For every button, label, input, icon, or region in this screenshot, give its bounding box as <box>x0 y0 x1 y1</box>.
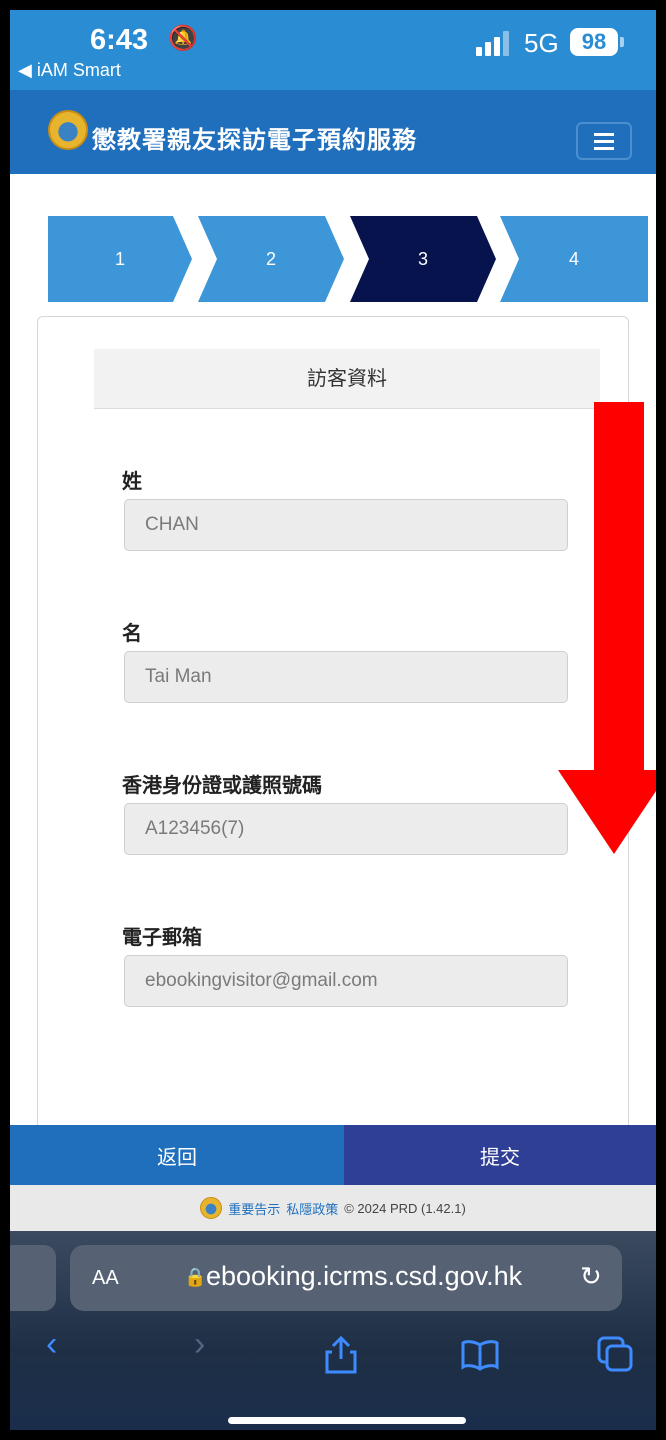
section-title: 訪客資料 <box>94 349 600 409</box>
status-time: 6:43 <box>90 24 149 56</box>
url-text[interactable]: ebooking.icrms.csd.gov.hk <box>206 1261 522 1292</box>
menu-bar-icon <box>594 140 614 143</box>
app-title: 懲教署親友探訪電子預約服務 <box>92 127 417 154</box>
copyright-text: © 2024 PRD (1.42.1) <box>344 1200 466 1216</box>
browser-forward-icon[interactable]: › <box>194 1325 205 1364</box>
hamburger-menu-button[interactable] <box>576 122 632 160</box>
app-header: 懲教署親友探訪電子預約服務 <box>10 90 656 174</box>
previous-tab-preview[interactable] <box>10 1245 56 1311</box>
page-footer: 重要告示 私隱政策 © 2024 PRD (1.42.1) <box>10 1185 656 1231</box>
signal-icon <box>476 30 516 56</box>
silent-bell-icon: 🔕 <box>168 25 198 52</box>
browser-chrome: AA 🔒 ebooking.icrms.csd.gov.hk ↻ ‹ › <box>10 1231 656 1430</box>
menu-bar-icon <box>594 133 614 136</box>
share-icon[interactable] <box>324 1335 358 1375</box>
step-4: 4 <box>500 216 648 302</box>
bookmarks-icon[interactable] <box>460 1339 500 1371</box>
surname-label: 姓 <box>122 471 142 493</box>
submit-button[interactable]: 提交 <box>344 1125 656 1185</box>
address-bar[interactable]: AA 🔒 ebooking.icrms.csd.gov.hk ↻ <box>70 1245 622 1311</box>
important-notice-link[interactable]: 重要告示 <box>228 1199 280 1218</box>
given-name-field[interactable] <box>124 651 568 703</box>
battery-icon: 98 <box>570 28 618 56</box>
csd-logo-icon <box>48 110 88 150</box>
home-indicator[interactable] <box>228 1417 466 1424</box>
reload-icon[interactable]: ↻ <box>580 1261 602 1292</box>
id-number-label: 香港身份證或護照號碼 <box>122 775 322 797</box>
email-field[interactable] <box>124 955 568 1007</box>
tabs-icon[interactable] <box>596 1335 634 1373</box>
back-button[interactable]: 返回 <box>10 1125 344 1185</box>
visitor-info-card: 訪客資料 姓 名 香港身份證或護照號碼 電子郵箱 <box>37 316 629 1146</box>
browser-back-icon[interactable]: ‹ <box>46 1325 57 1364</box>
network-type: 5G <box>524 28 559 58</box>
footer-logo-icon <box>200 1197 223 1219</box>
device-frame: 6:43 🔕 ◀ iAM Smart 5G 98 懲教署親友探訪電子預約服務 1… <box>0 0 666 1440</box>
phone-screen: 6:43 🔕 ◀ iAM Smart 5G 98 懲教署親友探訪電子預約服務 1… <box>10 10 656 1430</box>
email-label: 電子郵箱 <box>122 927 202 949</box>
progress-stepper: 1 2 3 4 <box>48 216 648 302</box>
status-bar: 6:43 🔕 ◀ iAM Smart 5G 98 <box>10 10 656 90</box>
battery-tip <box>620 37 624 47</box>
step-2: 2 <box>198 216 344 302</box>
step-3-active: 3 <box>350 216 496 302</box>
back-to-app-link[interactable]: ◀ iAM Smart <box>18 60 121 81</box>
id-number-field[interactable] <box>124 803 568 855</box>
privacy-policy-link[interactable]: 私隱政策 <box>286 1199 338 1218</box>
lock-icon: 🔒 <box>184 1267 207 1287</box>
surname-field[interactable] <box>124 499 568 551</box>
scroll-down-arrow-icon <box>558 402 656 854</box>
given-name-label: 名 <box>122 623 142 645</box>
menu-bar-icon <box>594 147 614 150</box>
step-1: 1 <box>48 216 192 302</box>
reader-settings-button[interactable]: AA <box>92 1267 119 1290</box>
